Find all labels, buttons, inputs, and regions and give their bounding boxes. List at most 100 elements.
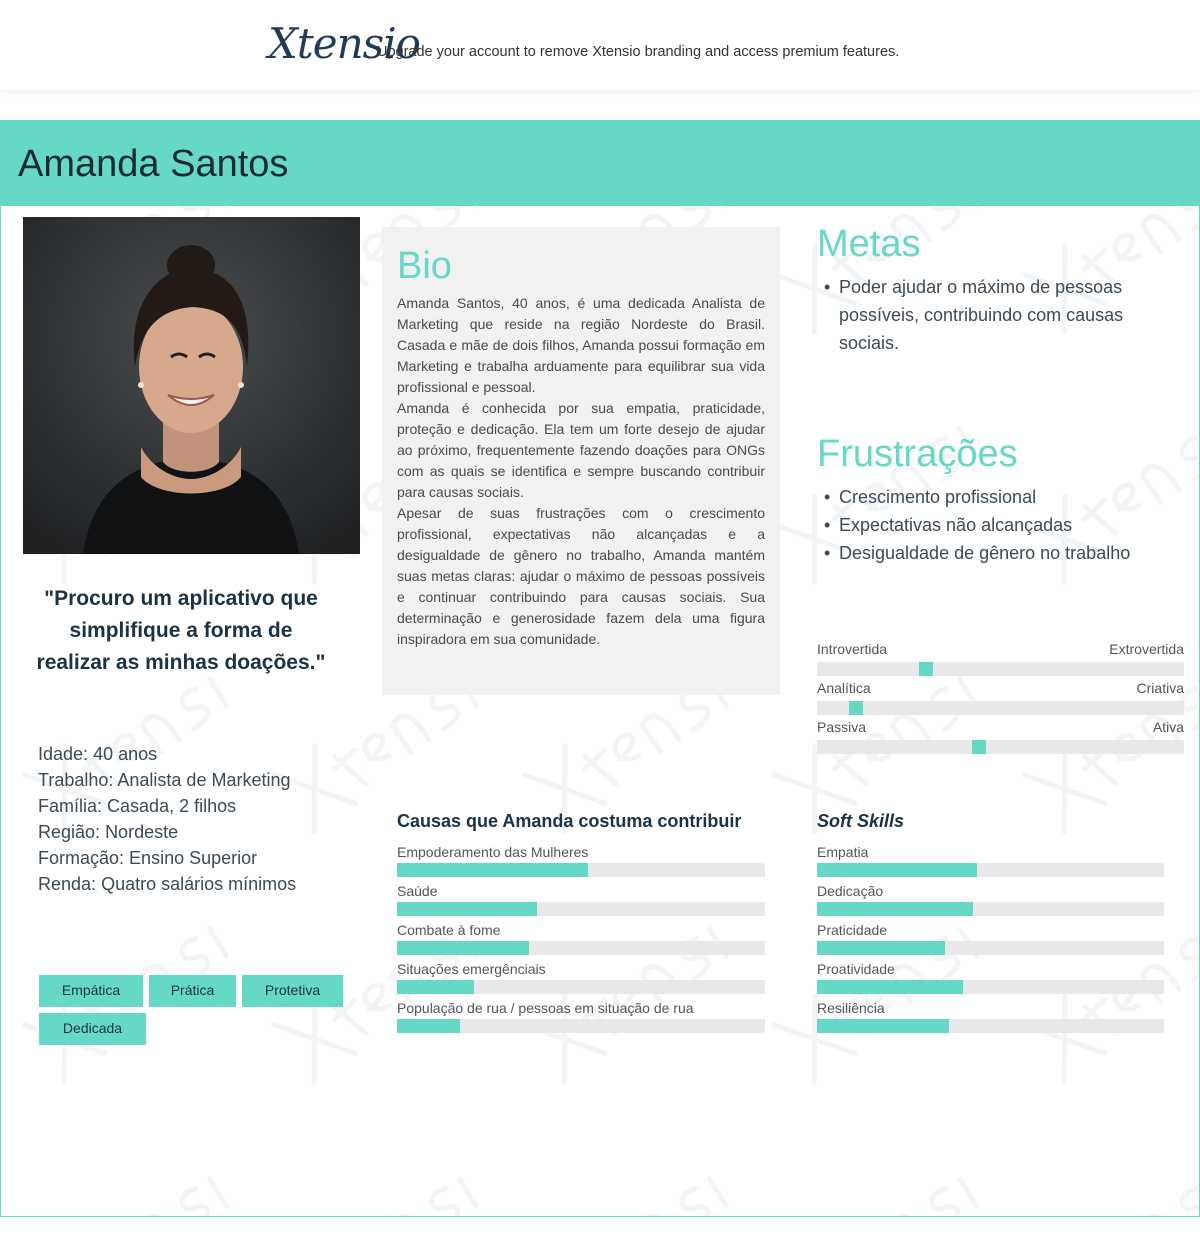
goals-section: Metas Poder ajudar o máximo de pessoas p… (817, 221, 1177, 357)
frustrations-item[interactable]: Desigualdade de gênero no trabalho (817, 539, 1187, 567)
causes-label[interactable]: Situações emergênciais (397, 961, 546, 977)
causes-row: Saúde (397, 883, 765, 922)
demographic-row: Formação: Ensino Superior (38, 845, 358, 871)
demographic-row: Região: Nordeste (38, 819, 358, 845)
soft_skills-track[interactable] (817, 902, 1164, 916)
persona-header: Amanda Santos (1, 121, 1199, 206)
causes-track[interactable] (397, 863, 765, 877)
causes-track[interactable] (397, 980, 765, 994)
demographic-value[interactable]: Quatro salários mínimos (101, 874, 296, 894)
causes-fill (397, 902, 537, 916)
slider-right-label[interactable]: Criativa (1137, 680, 1184, 696)
bio-text[interactable]: Amanda Santos, 40 anos, é uma dedicada A… (397, 293, 765, 650)
frustrations-title[interactable]: Frustrações (817, 431, 1187, 477)
causes-track[interactable] (397, 1019, 765, 1033)
soft_skills-row: Proatividade (817, 961, 1164, 1000)
goals-list: Poder ajudar o máximo de pessoas possíve… (817, 273, 1177, 357)
causes-label[interactable]: Saúde (397, 883, 437, 899)
goals-title[interactable]: Metas (817, 221, 1177, 267)
causes-section: Causas que Amanda costuma contribuir Emp… (397, 811, 765, 1044)
causes-title[interactable]: Causas que Amanda costuma contribuir (397, 811, 765, 832)
demographic-value[interactable]: Nordeste (105, 822, 178, 842)
demographic-value[interactable]: Analista de Marketing (117, 770, 290, 790)
demographic-row: Família: Casada, 2 filhos (38, 793, 358, 819)
slider-left-label[interactable]: Passiva (817, 719, 866, 735)
causes-bars: Empoderamento das Mulheres Saúde Combate à… (397, 844, 765, 1044)
causes-fill (397, 863, 588, 877)
bio-paragraph[interactable]: Amanda Santos, 40 anos, é uma dedicada A… (397, 293, 765, 398)
demographic-value[interactable]: 40 anos (93, 744, 157, 764)
personality-tag[interactable]: Prática (149, 975, 236, 1007)
slider-left-label[interactable]: Analítica (817, 680, 871, 696)
soft_skills-fill (817, 980, 963, 994)
bio-paragraph[interactable]: Amanda é conhecida por sua empatia, prat… (397, 398, 765, 503)
soft_skills-label[interactable]: Dedicação (817, 883, 883, 899)
soft_skills-track[interactable] (817, 863, 1164, 877)
demographic-value[interactable]: Casada, 2 filhos (107, 796, 236, 816)
personality-slider: Introvertida Extrovertida (817, 641, 1184, 680)
personality-tag[interactable]: Dedicada (39, 1013, 146, 1045)
soft-skills-bars: Empatia Dedicação Praticidade Proatividade R… (817, 844, 1164, 1044)
causes-label[interactable]: População de rua / pessoas em situação d… (397, 1000, 694, 1016)
slider-track[interactable] (817, 701, 1184, 715)
demographic-label[interactable]: Região: (38, 822, 100, 842)
slider-knob[interactable] (849, 701, 863, 715)
upgrade-banner: Xtensio Upgrade your account to remove X… (0, 0, 1200, 90)
persona-photo[interactable] (23, 217, 360, 554)
causes-label[interactable]: Empoderamento das Mulheres (397, 844, 588, 860)
soft_skills-fill (817, 1019, 949, 1033)
personality-slider: Passiva Ativa (817, 719, 1184, 758)
upgrade-message[interactable]: Upgrade your account to remove Xtensio b… (377, 44, 899, 60)
soft-skills-title[interactable]: Soft Skills (817, 811, 1164, 832)
frustrations-section: Frustrações Crescimento profissionalExpe… (817, 431, 1187, 567)
slider-track[interactable] (817, 662, 1184, 676)
demographic-row: Renda: Quatro salários mínimos (38, 871, 358, 897)
slider-knob[interactable] (919, 662, 933, 676)
soft_skills-label[interactable]: Proatividade (817, 961, 895, 977)
slider-right-label[interactable]: Ativa (1153, 719, 1184, 735)
personality-slider: Analítica Criativa (817, 680, 1184, 719)
persona-name[interactable]: Amanda Santos (18, 143, 288, 186)
soft_skills-fill (817, 902, 973, 916)
personality-tag[interactable]: Empática (39, 975, 143, 1007)
causes-row: Combate à fome (397, 922, 765, 961)
soft_skills-label[interactable]: Praticidade (817, 922, 887, 938)
causes-track[interactable] (397, 902, 765, 916)
demographic-value[interactable]: Ensino Superior (129, 848, 257, 868)
causes-row: Situações emergênciais (397, 961, 765, 1000)
bio-panel: Bio Amanda Santos, 40 anos, é uma dedica… (382, 227, 780, 695)
causes-fill (397, 941, 529, 955)
portrait-image (23, 217, 360, 554)
causes-track[interactable] (397, 941, 765, 955)
soft_skills-track[interactable] (817, 1019, 1164, 1033)
soft_skills-track[interactable] (817, 941, 1164, 955)
soft_skills-row: Empatia (817, 844, 1164, 883)
soft_skills-fill (817, 863, 977, 877)
soft_skills-label[interactable]: Resiliência (817, 1000, 885, 1016)
frustrations-item[interactable]: Expectativas não alcançadas (817, 511, 1187, 539)
slider-left-label[interactable]: Introvertida (817, 641, 887, 657)
personality-tag[interactable]: Protetiva (242, 975, 343, 1007)
demographic-label[interactable]: Idade: (38, 744, 88, 764)
goals-item[interactable]: Poder ajudar o máximo de pessoas possíve… (817, 273, 1177, 357)
persona-card: Amanda Santos "Procuro um aplicativo que… (0, 120, 1200, 1217)
demographic-label[interactable]: Formação: (38, 848, 124, 868)
demographic-label[interactable]: Família: (38, 796, 102, 816)
demographic-label[interactable]: Renda: (38, 874, 96, 894)
bio-paragraph[interactable]: Apesar de suas frustrações com o crescim… (397, 503, 765, 650)
slider-right-label[interactable]: Extrovertida (1109, 641, 1184, 657)
causes-row: Empoderamento das Mulheres (397, 844, 765, 883)
demographic-label[interactable]: Trabalho: (38, 770, 113, 790)
frustrations-item[interactable]: Crescimento profissional (817, 483, 1187, 511)
persona-quote[interactable]: "Procuro um aplicativo que simplifique a… (31, 583, 331, 679)
causes-fill (397, 1019, 460, 1033)
soft_skills-row: Dedicação (817, 883, 1164, 922)
bio-title[interactable]: Bio (397, 243, 765, 289)
soft_skills-label[interactable]: Empatia (817, 844, 868, 860)
demographics: Idade: 40 anos Trabalho: Analista de Mark… (38, 741, 358, 897)
slider-track[interactable] (817, 740, 1184, 754)
demographic-row: Trabalho: Analista de Marketing (38, 767, 358, 793)
soft_skills-track[interactable] (817, 980, 1164, 994)
causes-label[interactable]: Combate à fome (397, 922, 501, 938)
slider-knob[interactable] (972, 740, 986, 754)
